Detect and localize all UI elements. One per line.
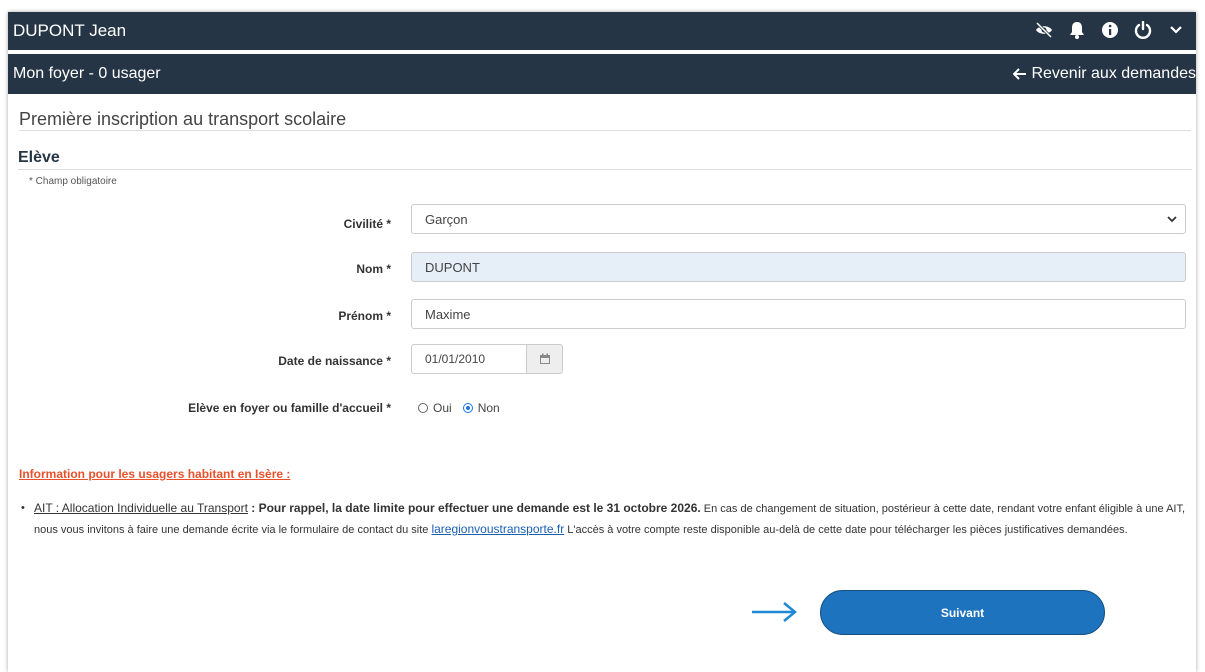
date-naissance-group: 01/01/2010 <box>411 344 563 374</box>
back-to-requests-link[interactable]: Revenir aux demandes <box>1013 65 1196 83</box>
eye-slash-icon[interactable] <box>1034 20 1054 40</box>
header-icons <box>1034 20 1186 40</box>
divider <box>19 130 1191 131</box>
divider <box>18 169 1192 170</box>
region-site-link[interactable]: laregionvoustransporte.fr <box>431 522 564 536</box>
colon: : <box>247 501 259 515</box>
chevron-down-icon[interactable] <box>1166 20 1186 40</box>
next-button[interactable]: Suivant <box>820 590 1105 635</box>
arrow-left-icon <box>1013 68 1027 80</box>
user-name: DUPONT Jean <box>13 21 127 40</box>
nom-input[interactable]: DUPONT <box>411 252 1186 282</box>
radio-circle-checked <box>462 403 473 413</box>
civilite-value: Garçon <box>425 211 468 227</box>
info-heading: Information pour les usagers habitant en… <box>19 467 291 481</box>
ait-label: AIT : Allocation Individuelle au Transpo… <box>34 501 248 515</box>
foyer-label: Elève en foyer ou famille d'accueil * <box>188 401 391 415</box>
info-list-item: • AIT : Allocation Individuelle au Trans… <box>21 498 1194 540</box>
nom-label: Nom * <box>356 262 391 276</box>
prenom-label: Prénom * <box>338 309 391 323</box>
prenom-value: Maxime <box>425 306 471 322</box>
page-title: Première inscription au transport scolai… <box>19 109 347 129</box>
chevron-down-icon <box>1167 216 1177 223</box>
radio-non-label: Non <box>477 401 500 415</box>
calendar-button[interactable] <box>527 344 563 374</box>
power-icon[interactable] <box>1133 20 1153 40</box>
info-text-after: L'accès à votre compte reste disponible … <box>564 524 1128 536</box>
date-naissance-label: Date de naissance * <box>278 354 391 368</box>
radio-oui[interactable]: Oui <box>418 401 452 415</box>
top-bar: DUPONT Jean <box>8 12 1196 50</box>
prenom-input[interactable]: Maxime <box>411 299 1186 329</box>
radio-non[interactable]: Non <box>462 401 500 415</box>
civilite-label: Civilité * <box>343 217 391 231</box>
bullet: • <box>21 502 25 514</box>
section-title: Elève <box>18 149 60 166</box>
date-naissance-input[interactable]: 01/01/2010 <box>411 344 527 374</box>
radio-oui-label: Oui <box>433 401 452 415</box>
foyer-radio-group: Oui Non <box>418 401 511 415</box>
arrow-right-icon <box>752 602 797 622</box>
calendar-icon <box>539 353 550 364</box>
household-bar: Mon foyer - 0 usager Revenir aux demande… <box>8 54 1196 94</box>
household-title: Mon foyer - 0 usager <box>13 65 161 82</box>
app-window: DUPONT Jean Mon foyer - 0 usager Revenir… <box>8 12 1196 672</box>
back-label: Revenir aux demandes <box>1031 65 1196 82</box>
info-icon[interactable] <box>1100 20 1120 40</box>
date-naissance-value: 01/01/2010 <box>425 352 486 366</box>
civilite-select[interactable]: Garçon <box>411 204 1186 234</box>
bell-icon[interactable] <box>1067 20 1087 40</box>
deadline-text: Pour rappel, la date limite pour effectu… <box>258 501 701 515</box>
nom-value: DUPONT <box>425 259 480 275</box>
required-note: * Champ obligatoire <box>29 176 117 187</box>
radio-circle <box>418 403 428 413</box>
